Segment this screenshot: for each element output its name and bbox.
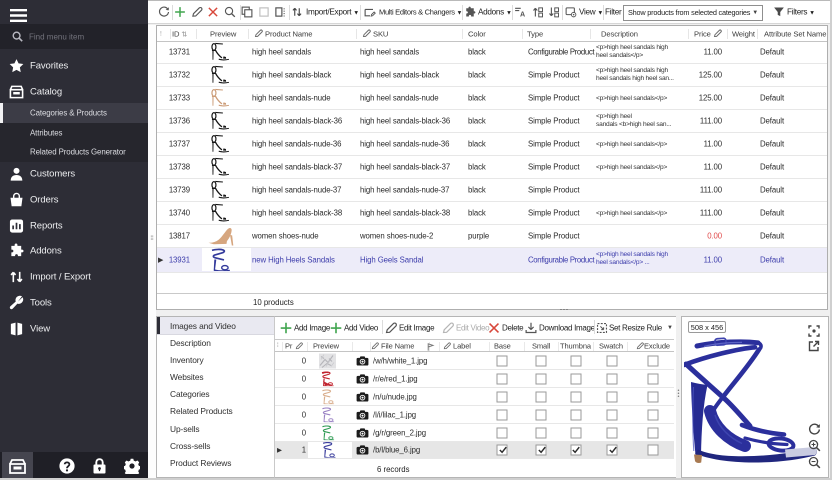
svg-text:A: A — [520, 11, 525, 19]
